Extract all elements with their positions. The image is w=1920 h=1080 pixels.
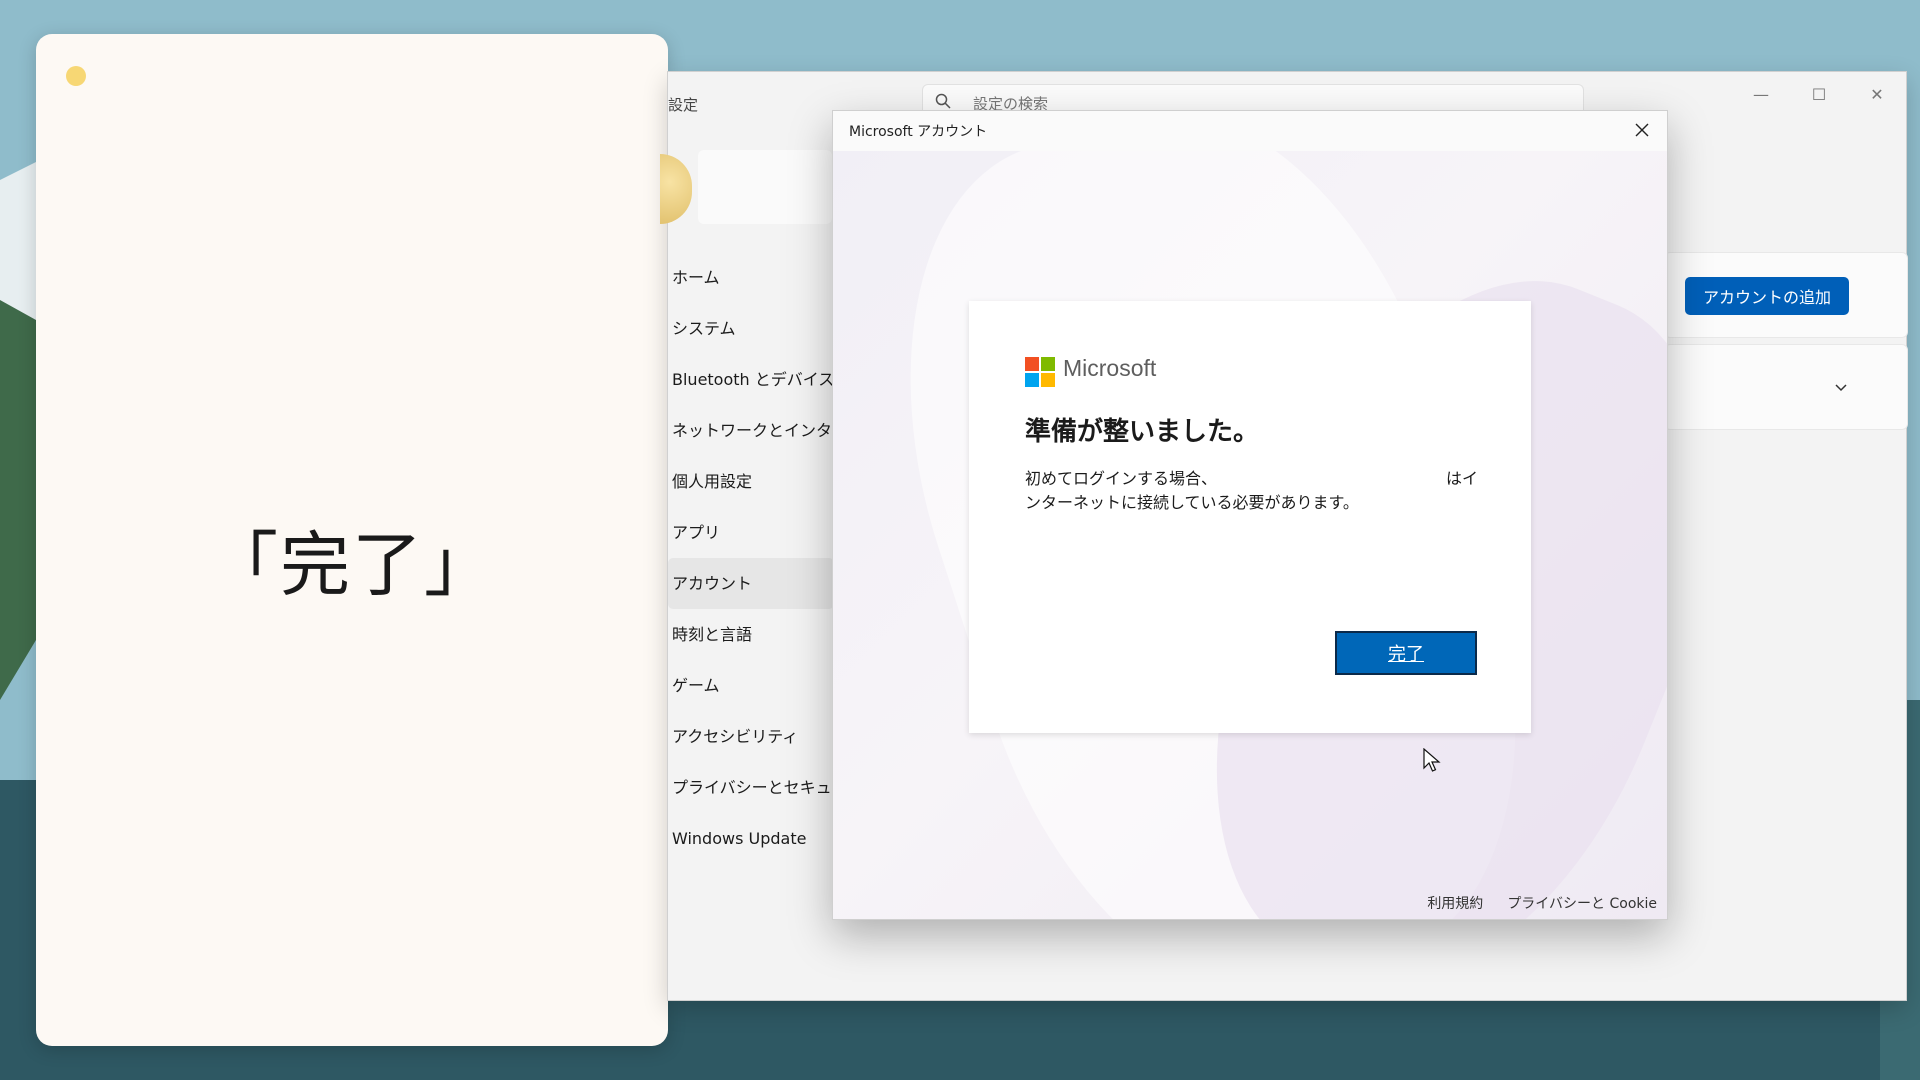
nav-item-home[interactable]: ホーム: [668, 252, 834, 303]
caption-text: 「完了」: [208, 524, 496, 606]
nav-item-apps[interactable]: アプリ: [668, 507, 834, 558]
privacy-cookies-link[interactable]: プライバシーと Cookie: [1507, 893, 1657, 913]
nav-item-personalization[interactable]: 個人用設定: [668, 456, 834, 507]
nav-item-system[interactable]: システム: [668, 303, 834, 354]
nav-item-network[interactable]: ネットワークとインターネット: [668, 405, 834, 456]
dialog-body-line2: ンターネットに接続している必要があります。: [1025, 493, 1359, 512]
dialog-footer-links: 利用規約 プライバシーと Cookie: [1427, 893, 1657, 913]
nav-item-windows-update[interactable]: Windows Update: [668, 813, 834, 864]
chevron-down-icon[interactable]: [1833, 379, 1849, 395]
close-icon: [1635, 123, 1649, 137]
account-expander-card[interactable]: [1664, 344, 1908, 430]
microsoft-logo-icon: [1025, 357, 1055, 387]
dialog-title: Microsoft アカウント: [849, 124, 988, 140]
terms-of-use-link[interactable]: 利用規約: [1427, 893, 1483, 913]
profile-card: [698, 150, 832, 224]
close-window-button[interactable]: ✕: [1848, 72, 1906, 116]
done-button[interactable]: 完了: [1335, 631, 1477, 675]
avatar[interactable]: [660, 154, 692, 224]
dialog-body-line1-right: はイ: [1446, 469, 1479, 488]
add-account-button[interactable]: アカウントの追加: [1685, 277, 1849, 315]
nav-item-gaming[interactable]: ゲーム: [668, 660, 834, 711]
settings-title: 設定: [668, 96, 699, 114]
dialog-titlebar: Microsoft アカウント: [833, 111, 1667, 151]
dialog-body-line1: 初めてログインする場合、: [1025, 469, 1218, 488]
microsoft-account-dialog: Microsoft アカウント Microsoft 準備が整いました。 初めてロ…: [832, 110, 1668, 920]
nav-item-bluetooth[interactable]: Bluetooth とデバイス: [668, 354, 834, 405]
mouse-cursor-icon: [1423, 748, 1441, 772]
search-icon: [935, 93, 951, 109]
window-controls: — ☐ ✕: [1732, 72, 1906, 116]
dialog-heading: 準備が整いました。: [1025, 417, 1260, 447]
minimize-button[interactable]: —: [1732, 72, 1790, 116]
nav-item-accounts[interactable]: アカウント: [668, 558, 834, 609]
signin-card: Microsoft 準備が整いました。 初めてログインする場合、 はイ ンターネ…: [969, 301, 1531, 733]
maximize-button[interactable]: ☐: [1790, 72, 1848, 116]
nav-item-privacy[interactable]: プライバシーとセキュリティ: [668, 762, 834, 813]
dialog-close-button[interactable]: [1631, 119, 1653, 141]
settings-nav: ホーム システム Bluetooth とデバイス ネットワークとインターネット …: [668, 252, 834, 864]
dialog-body: Microsoft 準備が整いました。 初めてログインする場合、 はイ ンターネ…: [833, 151, 1667, 919]
caption-dot: [66, 66, 86, 86]
caption-card: 「完了」: [36, 34, 668, 1046]
add-account-card: アカウントの追加: [1664, 252, 1908, 338]
microsoft-brand-text: Microsoft: [1063, 355, 1157, 381]
nav-item-accessibility[interactable]: アクセシビリティ: [668, 711, 834, 762]
nav-item-time-language[interactable]: 時刻と言語: [668, 609, 834, 660]
